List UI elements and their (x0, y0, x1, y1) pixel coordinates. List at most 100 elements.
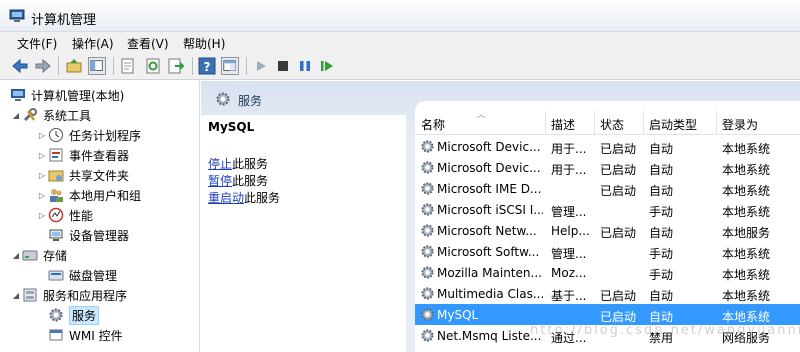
stop-service-link[interactable]: 停止 (208, 157, 232, 171)
device-manager-icon (49, 229, 63, 241)
column-header-name[interactable]: 名称 (421, 116, 445, 133)
tree-item-device-manager[interactable]: 设备管理器 (48, 225, 129, 245)
collapsed-arrow-icon[interactable]: ▷ (36, 151, 48, 160)
tree-item-shared-folders[interactable]: ▷ 共享文件夹 (36, 165, 129, 185)
collapsed-arrow-icon[interactable]: ▷ (36, 211, 48, 220)
toolbar-separator (58, 57, 59, 75)
service-name: Multimedia Clas... (437, 287, 543, 301)
services-apps-icon (23, 288, 37, 302)
service-startup-type: 自动 (649, 142, 674, 156)
up-folder-icon[interactable] (65, 57, 83, 75)
forward-arrow-icon[interactable] (34, 57, 52, 75)
expanded-arrow-icon[interactable]: ◢ (10, 251, 22, 260)
service-logon: 本地系统 (722, 184, 771, 198)
window-title: 计算机管理 (31, 13, 97, 28)
menu-view[interactable]: 查看(V) (127, 35, 169, 52)
service-description: 管理... (551, 247, 587, 261)
help-icon[interactable]: ? (198, 57, 216, 75)
service-row[interactable]: Multimedia Clas... 基于... 已启动 自动 本地系统 (415, 283, 800, 304)
service-row[interactable]: Mozilla Mainten... Moz... 手动 本地系统 (415, 262, 800, 283)
column-header-status[interactable]: 状态 (600, 116, 624, 133)
toolbar-separator (246, 57, 247, 75)
service-name: MySQL (437, 308, 479, 322)
service-startup-type: 自动 (649, 289, 674, 303)
service-row[interactable]: MySQL 已启动 自动 本地系统 (415, 304, 800, 325)
tree-item-storage[interactable]: ◢ 存储 (10, 245, 67, 265)
menu-action[interactable]: 操作(A) (72, 35, 114, 52)
menu-file[interactable]: 文件(F) (17, 35, 57, 52)
column-header-description[interactable]: 描述 (551, 116, 575, 133)
action-pane-icon[interactable] (221, 57, 239, 75)
service-description: Moz... (551, 266, 587, 280)
column-header-logon[interactable]: 登录为 (722, 116, 758, 133)
services-list: 名称 ︿ 描述 状态 启动类型 登录为 Microsoft Devic... 用于… (415, 101, 800, 352)
service-row[interactable]: Microsoft Devic... 用于... 已启动 自动 本地系统 (415, 136, 800, 157)
gear-icon (49, 308, 63, 322)
expanded-arrow-icon[interactable]: ◢ (10, 111, 22, 120)
tree-item-performance[interactable]: ▷ 性能 (36, 205, 93, 225)
properties-icon[interactable] (119, 57, 137, 75)
toolbar: ? (0, 52, 800, 80)
column-divider[interactable] (545, 111, 546, 135)
tree-item-event-viewer[interactable]: ▷ 事件查看器 (36, 145, 129, 165)
service-startup-type: 手动 (649, 247, 674, 261)
navigation-tree: 计算机管理(本地) ◢ 系统工具 ▷ 任务计划程序 ▷ 事件查看器 ▷ 共享文件… (0, 81, 200, 352)
service-row[interactable]: Microsoft iSCSI I... 管理... 手动 本地系统 (415, 199, 800, 220)
service-logon: 本地系统 (722, 289, 771, 303)
column-divider[interactable] (716, 111, 717, 135)
pause-service-icon[interactable] (296, 57, 314, 75)
stop-service-icon[interactable] (274, 57, 292, 75)
show-hide-tree-icon[interactable] (88, 57, 106, 75)
pause-service-link[interactable]: 暂停 (208, 174, 232, 188)
watermark: http://blog.csdn.net/wangyuannian (530, 323, 800, 338)
restart-service-icon[interactable] (318, 57, 336, 75)
disk-icon (48, 270, 64, 281)
gear-icon (421, 245, 434, 258)
menu-help[interactable]: 帮助(H) (183, 35, 225, 52)
service-logon: 本地系统 (722, 142, 771, 156)
service-status: 已启动 (600, 184, 637, 198)
toolbar-separator (192, 57, 193, 75)
service-row[interactable]: Microsoft IME D... 已启动 自动 本地系统 (415, 178, 800, 199)
tree-item-disk-management[interactable]: 磁盘管理 (48, 265, 117, 285)
expanded-arrow-icon[interactable]: ◢ (10, 291, 22, 300)
collapsed-arrow-icon[interactable]: ▷ (36, 171, 48, 180)
refresh-icon[interactable] (144, 57, 162, 75)
service-status: 已启动 (600, 142, 637, 156)
service-startup-type: 手动 (649, 205, 674, 219)
service-description: 基于... (551, 289, 587, 303)
tree-item-system-tools[interactable]: ◢ 系统工具 (10, 105, 91, 125)
tree-item-root[interactable]: 计算机管理(本地) (10, 85, 124, 105)
gear-icon (421, 287, 434, 300)
tree-item-services[interactable]: 服务 (48, 305, 100, 325)
gear-icon (421, 266, 434, 279)
tree-item-local-users[interactable]: ▷ 本地用户和组 (36, 185, 141, 205)
service-description: 用于... (551, 163, 587, 177)
service-name: Mozilla Mainten... (437, 266, 542, 280)
service-row[interactable]: Microsoft Devic... 用于... 已启动 自动 本地系统 (415, 157, 800, 178)
collapsed-arrow-icon[interactable]: ▷ (36, 191, 48, 200)
service-description: 管理... (551, 205, 587, 219)
menu-bar: 文件(F) 操作(A) 查看(V) 帮助(H) (0, 32, 800, 52)
collapsed-arrow-icon[interactable]: ▷ (36, 131, 48, 140)
gear-icon (421, 161, 434, 174)
tree-item-task-scheduler[interactable]: ▷ 任务计划程序 (36, 125, 141, 145)
service-row[interactable]: Microsoft Softw... 管理... 手动 本地系统 (415, 241, 800, 262)
toolbar-separator (113, 57, 114, 75)
users-icon (50, 189, 63, 202)
restart-service-link[interactable]: 重启动 (208, 191, 244, 205)
sort-ascending-icon: ︿ (477, 110, 485, 119)
svg-text:?: ? (204, 60, 211, 74)
gear-icon (421, 203, 434, 216)
back-arrow-icon[interactable] (11, 57, 29, 75)
column-divider[interactable] (594, 111, 595, 135)
export-list-icon[interactable] (167, 57, 185, 75)
gear-icon (421, 329, 434, 342)
tree-item-services-apps[interactable]: ◢ 服务和应用程序 (10, 285, 127, 305)
service-startup-type: 自动 (649, 163, 674, 177)
column-header-startup-type[interactable]: 启动类型 (649, 116, 697, 133)
column-divider[interactable] (643, 111, 644, 135)
service-row[interactable]: Microsoft Netw... Help... 已启动 自动 本地服务 (415, 220, 800, 241)
tree-item-wmi[interactable]: WMI 控件 (48, 325, 123, 345)
start-service-icon[interactable] (252, 57, 270, 75)
